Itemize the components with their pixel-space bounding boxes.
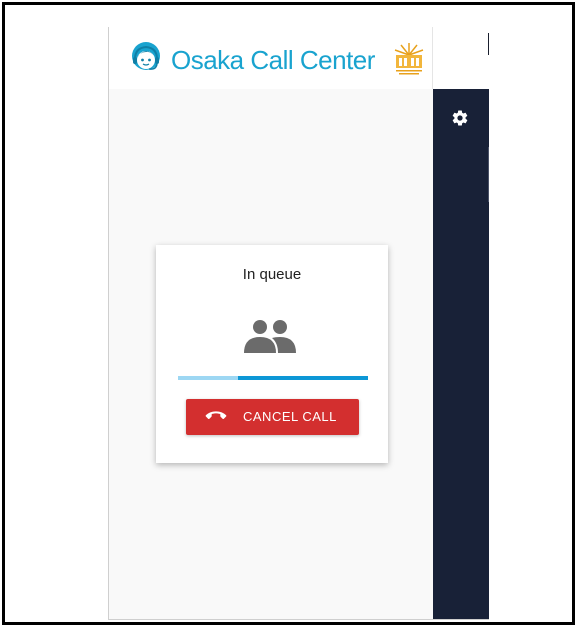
sidebar-top-area (432, 27, 489, 89)
osaka-seal-icon (392, 41, 426, 82)
cancel-call-button[interactable]: CANCEL CALL (186, 399, 359, 435)
queue-status-title: In queue (242, 266, 302, 283)
queue-progress-fill (238, 376, 368, 380)
app-header: Osaka Call Center (109, 27, 432, 89)
window-edge (488, 33, 489, 55)
screenshot-frame: Osaka Call Center In queue CANCEL CALL (2, 2, 575, 625)
hang-up-phone-icon (205, 410, 227, 425)
cancel-call-label: CANCEL CALL (243, 409, 337, 424)
brand-name: Osaka Call Center (171, 45, 375, 75)
gear-icon[interactable] (451, 109, 469, 132)
headset-agent-icon (129, 42, 165, 79)
right-sidebar (433, 89, 489, 619)
people-icon (242, 317, 302, 362)
scrollbar[interactable] (488, 147, 489, 202)
call-center-app: Osaka Call Center In queue CANCEL CALL (108, 27, 489, 620)
queue-card: In queue CANCEL CALL (156, 245, 388, 463)
queue-progress-bar (178, 376, 368, 380)
